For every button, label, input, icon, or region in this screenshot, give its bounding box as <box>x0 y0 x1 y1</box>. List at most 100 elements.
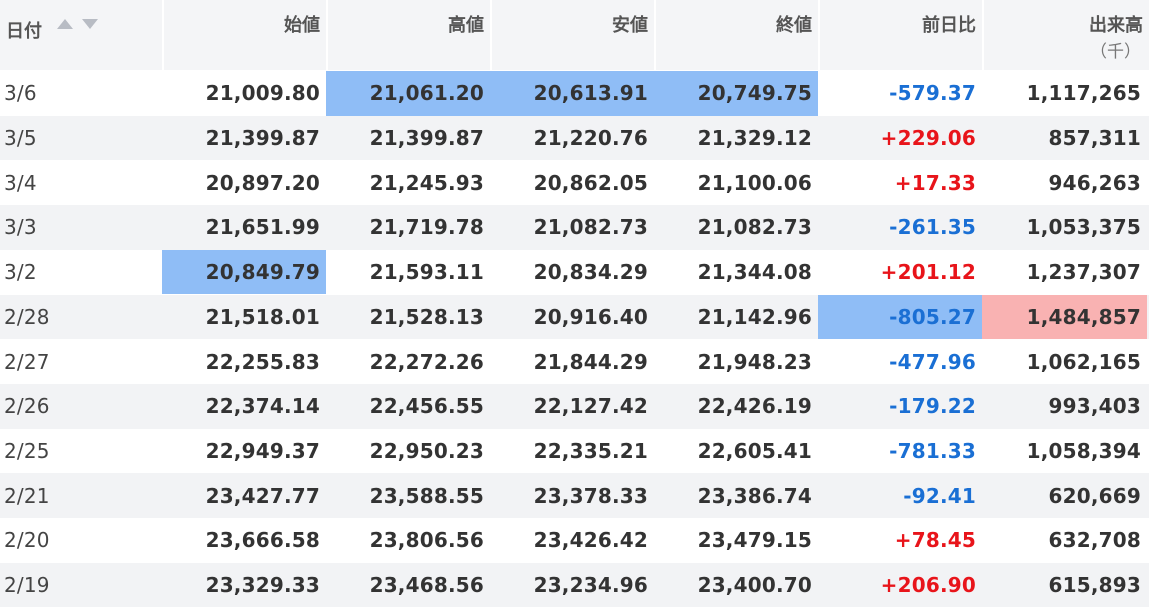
cell-date: 2/19 <box>4 573 50 598</box>
cell-change: +78.45 <box>894 528 976 553</box>
cell-low: 21,220.76 <box>533 126 648 151</box>
cell-high: 23,468.56 <box>369 573 484 598</box>
cell-volume: 615,893 <box>1048 573 1141 598</box>
column-header-low: 安値 <box>492 0 654 70</box>
cell-volume: 1,484,857 <box>982 294 1147 340</box>
cell-open: 22,255.83 <box>205 349 320 374</box>
cell-low: 23,234.96 <box>533 573 648 598</box>
cell-change: -781.33 <box>889 438 976 463</box>
cell-open: 23,427.77 <box>205 483 320 508</box>
column-header-open: 始値 <box>164 0 326 70</box>
cell-volume: 1,062,165 <box>1026 349 1141 374</box>
column-header-label: 出来高 <box>1089 15 1143 36</box>
cell-change: -92.41 <box>903 483 976 508</box>
cell-open: 20,897.20 <box>205 170 320 195</box>
column-header-volume: 出来高 （千） <box>984 0 1149 70</box>
cell-change: +229.06 <box>880 126 976 151</box>
cell-low: 22,335.21 <box>533 438 648 463</box>
cell-date: 2/21 <box>4 483 50 508</box>
cell-date: 3/2 <box>4 260 37 285</box>
column-header-close: 終値 <box>656 0 818 70</box>
cell-low: 20,613.91 <box>490 71 654 116</box>
cell-open: 21,399.87 <box>205 126 320 151</box>
cell-low: 23,378.33 <box>533 483 648 508</box>
column-header-label: 日付 <box>6 21 42 42</box>
cell-high: 22,272.26 <box>369 349 484 374</box>
cell-volume: 946,263 <box>1048 170 1141 195</box>
column-header-label: 前日比 <box>922 15 976 36</box>
cell-high: 21,061.20 <box>326 71 490 116</box>
table-row: 2/25 22,949.37 22,950.23 22,335.21 22,605.41… <box>0 428 1149 474</box>
cell-open: 21,518.01 <box>205 304 320 329</box>
cell-high: 21,719.78 <box>369 215 484 240</box>
table-row: 3/2 20,849.79 21,593.11 20,834.29 21,344.08 +… <box>0 249 1149 295</box>
cell-open: 22,374.14 <box>205 394 320 419</box>
cell-close: 22,605.41 <box>697 438 812 463</box>
cell-volume: 1,058,394 <box>1026 438 1141 463</box>
table-row: 3/3 21,651.99 21,719.78 21,082.73 21,082.73 -… <box>0 205 1149 250</box>
cell-close: 21,344.08 <box>697 260 812 285</box>
sort-ascending-icon[interactable] <box>57 19 73 29</box>
cell-high: 21,245.93 <box>369 170 484 195</box>
cell-low: 21,844.29 <box>533 349 648 374</box>
cell-close: 20,749.75 <box>654 71 818 116</box>
cell-close: 23,400.70 <box>697 573 812 598</box>
table-row: 2/26 22,374.14 22,456.55 22,127.42 22,426.19… <box>0 383 1149 429</box>
cell-high: 22,456.55 <box>369 394 484 419</box>
cell-change: -805.27 <box>818 294 982 340</box>
cell-low: 20,916.40 <box>533 304 648 329</box>
table-row: 2/20 23,666.58 23,806.56 23,426.42 23,479.15… <box>0 518 1149 563</box>
cell-high: 21,593.11 <box>369 260 484 285</box>
cell-date: 2/26 <box>4 394 50 419</box>
sort-descending-icon[interactable] <box>82 19 98 29</box>
cell-open: 21,009.80 <box>205 81 320 106</box>
stock-price-table: 日付 始値 高値 安値 終値 前日比 出来高 （千） 3/6 21,009.80 2… <box>0 0 1149 613</box>
table-row: 2/28 21,518.01 21,528.13 20,916.40 21,142.96… <box>0 294 1149 340</box>
cell-date: 2/28 <box>4 304 50 329</box>
cell-low: 20,834.29 <box>533 260 648 285</box>
cell-high: 22,950.23 <box>369 438 484 463</box>
column-header-label: 終値 <box>776 15 812 36</box>
cell-high: 23,806.56 <box>369 528 484 553</box>
cell-change: -477.96 <box>889 349 976 374</box>
cell-volume: 632,708 <box>1048 528 1141 553</box>
column-header-change: 前日比 <box>820 0 982 70</box>
cell-low: 23,426.42 <box>533 528 648 553</box>
cell-date: 3/4 <box>4 170 37 195</box>
table-row: 2/19 23,329.33 23,468.56 23,234.96 23,400.70… <box>0 562 1149 608</box>
volume-unit-label: （千） <box>1090 42 1141 62</box>
column-header-high: 高値 <box>328 0 490 70</box>
cell-close: 21,142.96 <box>697 304 812 329</box>
cell-date: 3/6 <box>4 81 37 106</box>
table-header: 日付 始値 高値 安値 終値 前日比 出来高 （千） <box>0 0 1149 70</box>
cell-open: 23,666.58 <box>205 528 320 553</box>
cell-open: 22,949.37 <box>205 438 320 463</box>
cell-date: 2/25 <box>4 438 50 463</box>
cell-close: 21,100.06 <box>697 170 812 195</box>
cell-change: -261.35 <box>889 215 976 240</box>
cell-open: 21,651.99 <box>205 215 320 240</box>
table-row: 3/4 20,897.20 21,245.93 20,862.05 21,100.06 +… <box>0 160 1149 206</box>
cell-close: 21,082.73 <box>697 215 812 240</box>
cell-low: 20,862.05 <box>533 170 648 195</box>
cell-date: 3/5 <box>4 126 37 151</box>
table-row: 3/5 21,399.87 21,399.87 21,220.76 21,329.12 +… <box>0 115 1149 161</box>
cell-high: 23,588.55 <box>369 483 484 508</box>
cell-volume: 993,403 <box>1048 394 1141 419</box>
cell-volume: 620,669 <box>1048 483 1141 508</box>
column-header-date[interactable]: 日付 <box>0 0 162 70</box>
cell-low: 22,127.42 <box>533 394 648 419</box>
cell-change: +17.33 <box>894 170 976 195</box>
cell-close: 23,386.74 <box>697 483 812 508</box>
cell-change: -579.37 <box>889 81 976 106</box>
cell-low: 21,082.73 <box>533 215 648 240</box>
cell-high: 21,399.87 <box>369 126 484 151</box>
table-row: 2/27 22,255.83 22,272.26 21,844.29 21,948.23… <box>0 339 1149 384</box>
cell-date: 3/3 <box>4 215 37 240</box>
column-header-label: 高値 <box>448 15 484 36</box>
cell-date: 2/20 <box>4 528 50 553</box>
cell-high: 21,528.13 <box>369 304 484 329</box>
cell-volume: 1,237,307 <box>1026 260 1141 285</box>
cell-close: 21,948.23 <box>697 349 812 374</box>
cell-volume: 857,311 <box>1048 126 1141 151</box>
